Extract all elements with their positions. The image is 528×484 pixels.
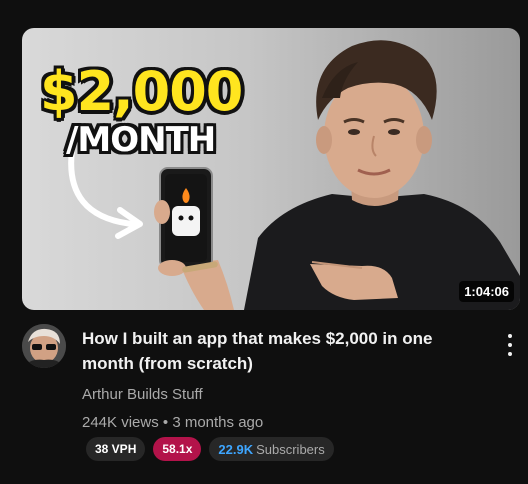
subscribers-count: 22.9K [218, 441, 254, 457]
subscribers-label: Subscribers [256, 441, 325, 457]
view-count: 244K views [82, 414, 159, 431]
multiplier-badge: 58.1x [153, 437, 202, 461]
vph-badge: 38 VPH [86, 437, 146, 461]
video-metadata: 244K views • 3 months ago [82, 414, 263, 431]
thumbnail-period-text: /MONTH [66, 120, 216, 160]
meta-separator: • [162, 414, 169, 431]
video-duration: 1:04:06 [459, 281, 514, 302]
more-vertical-icon[interactable] [502, 332, 518, 358]
thumbnail-price-text: $2,000 [40, 60, 243, 123]
subscribers-badge: 22.9K Subscribers [209, 437, 334, 461]
video-title[interactable]: How I built an app that makes $2,000 in … [82, 326, 482, 376]
upload-age: 3 months ago [172, 414, 264, 431]
channel-name[interactable]: Arthur Builds Stuff [82, 386, 203, 403]
stats-badges: 38 VPH 58.1x 22.9K Subscribers [86, 437, 334, 461]
channel-avatar[interactable] [22, 324, 66, 368]
avatar-image [22, 324, 66, 368]
video-thumbnail[interactable]: $2,000 /MONTH 1:04:06 [22, 28, 520, 310]
